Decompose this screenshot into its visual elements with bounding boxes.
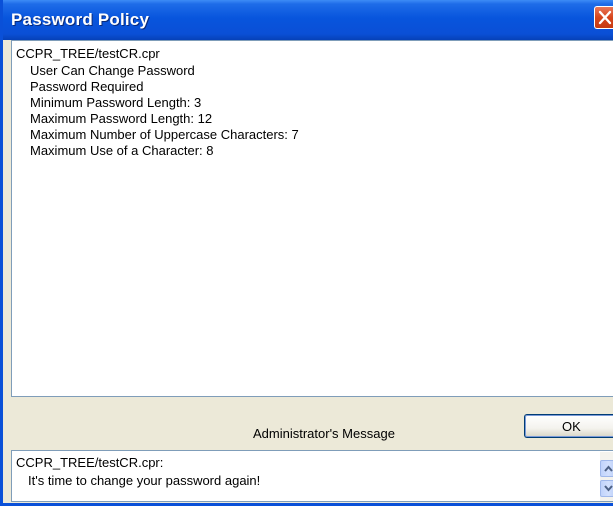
policy-text-area[interactable]: CCPR_TREE/testCR.cpr User Can Change Pas… bbox=[11, 40, 613, 397]
scroll-up-button[interactable] bbox=[600, 460, 613, 477]
policy-tree-path: CCPR_TREE/testCR.cpr bbox=[16, 46, 160, 61]
message-tree-path: CCPR_TREE/testCR.cpr: bbox=[16, 455, 164, 470]
policy-item: Maximum Use of a Character: 8 bbox=[30, 143, 214, 158]
password-policy-window: Password Policy CCPR_TREE/testCR.cpr Use… bbox=[0, 0, 613, 506]
scroll-down-button[interactable] bbox=[600, 480, 613, 497]
policy-item: Minimum Password Length: 3 bbox=[30, 95, 202, 110]
administrators-message-label: Administrator's Message bbox=[253, 426, 395, 441]
admin-message-area[interactable]: CCPR_TREE/testCR.cpr: It's time to chang… bbox=[11, 450, 613, 502]
title-bar[interactable]: Password Policy bbox=[3, 0, 613, 40]
ok-button-label: OK bbox=[562, 419, 581, 434]
message-text: It's time to change your password again! bbox=[28, 473, 261, 488]
ok-button[interactable]: OK bbox=[524, 414, 613, 438]
policy-item: Maximum Number of Uppercase Characters: … bbox=[30, 127, 299, 142]
message-scrollbar[interactable] bbox=[600, 452, 613, 501]
policy-item: User Can Change Password bbox=[30, 63, 195, 78]
close-button[interactable] bbox=[594, 6, 613, 29]
policy-item: Maximum Password Length: 12 bbox=[30, 111, 213, 126]
window-title: Password Policy bbox=[11, 10, 150, 29]
policy-item: Password Required bbox=[30, 79, 144, 94]
